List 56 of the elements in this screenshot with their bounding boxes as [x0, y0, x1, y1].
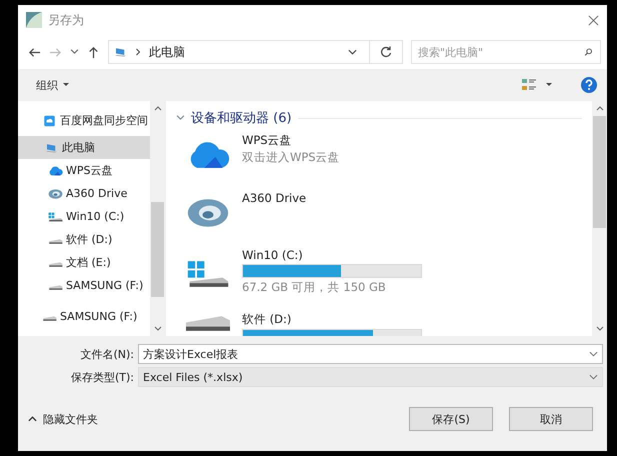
folder-tree-item[interactable]: SAMSUNG (F:) — [18, 305, 150, 328]
view-options-icon[interactable] — [521, 78, 537, 92]
folder-tree-item[interactable]: A360 Drive — [18, 182, 150, 205]
item-name[interactable]: 软件 (D:) — [242, 312, 422, 326]
close-icon[interactable] — [588, 14, 599, 26]
item-detail: 67.2 GB 可用，共 150 GB — [242, 280, 387, 294]
hide-folders-link[interactable]: 隐藏文件夹 — [43, 412, 98, 426]
chevron-right-icon — [134, 48, 143, 56]
dialog-button[interactable]: 取消 — [509, 407, 593, 431]
item-name[interactable]: WPS云盘 — [242, 133, 340, 148]
chevron-down-icon[interactable] — [70, 48, 79, 56]
refresh-icon — [380, 46, 392, 58]
scroll-down-icon[interactable] — [596, 326, 604, 331]
chevron-down-icon[interactable] — [589, 350, 598, 358]
field-label: 文件名(N): — [79, 346, 135, 362]
folder-tree-item[interactable]: Win10 (C:) — [18, 205, 150, 228]
caret-icon — [63, 83, 69, 87]
chevron-up-icon[interactable] — [28, 415, 37, 423]
computer-icon — [113, 46, 128, 58]
scroll-up-icon[interactable] — [154, 106, 162, 111]
folder-tree-item[interactable]: 此电脑 — [18, 136, 150, 159]
caret-icon[interactable] — [546, 83, 552, 87]
folder-tree-item[interactable]: 文档 (E:) — [18, 251, 150, 274]
window-title: 另存为 — [48, 12, 84, 28]
filename-field[interactable]: 方案设计Excel报表 — [138, 344, 603, 364]
up-arrow-icon[interactable] — [87, 46, 100, 58]
help-icon[interactable] — [581, 77, 597, 93]
folder-tree-item[interactable]: 软件 (D:) — [18, 228, 150, 251]
scroll-up-icon[interactable] — [596, 106, 604, 111]
search-icon[interactable] — [584, 48, 593, 56]
organize-menu[interactable]: 组织 — [36, 78, 58, 92]
dialog-button[interactable]: 保存(S) — [409, 407, 493, 431]
swirl-icon — [48, 188, 63, 200]
folder-tree-item[interactable]: WPS云盘 — [18, 159, 150, 182]
app-icon — [26, 12, 42, 28]
folder-tree-item[interactable]: SAMSUNG (F:) — [18, 274, 150, 297]
computer-icon — [44, 142, 59, 154]
address-bar[interactable]: 此电脑 — [108, 40, 403, 64]
cloud-folder-icon — [42, 114, 57, 126]
item-name[interactable]: Win10 (C:) — [242, 248, 422, 262]
chevron-down-icon[interactable] — [348, 48, 357, 56]
swirl-icon — [186, 197, 230, 229]
search-field[interactable]: 搜索"此电脑" — [411, 40, 601, 64]
scroll-down-icon[interactable] — [154, 326, 162, 331]
file-type-dropdown[interactable]: Excel Files (*.xlsx) — [138, 367, 603, 387]
item-detail: 双击进入WPS云盘 — [242, 150, 340, 165]
windows-drive-icon — [48, 210, 63, 222]
windows-drive-icon — [186, 258, 230, 290]
chevron-down-icon[interactable] — [589, 373, 598, 381]
cloud-icon — [48, 164, 63, 176]
back-arrow-icon[interactable] — [28, 46, 41, 58]
item-name[interactable]: A360 Drive — [242, 191, 306, 205]
folder-tree-item[interactable]: 百度网盘同步空间 — [18, 109, 150, 132]
field-label: 保存类型(T): — [70, 370, 135, 384]
group-header[interactable]: 设备和驱动器 (6) — [191, 109, 292, 127]
drive-icon — [186, 316, 230, 331]
